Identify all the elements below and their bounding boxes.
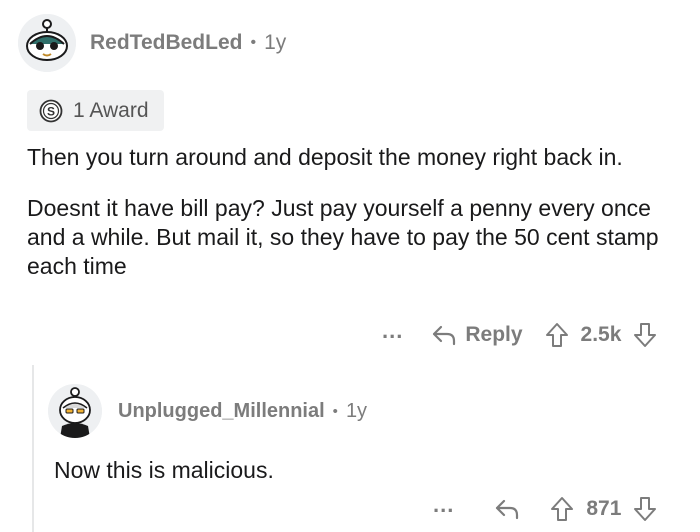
downvote-arrow-icon[interactable] xyxy=(633,322,657,348)
comment-paragraph: Now this is malicious. xyxy=(54,457,274,483)
comment-body: Now this is malicious. xyxy=(54,456,674,485)
vote-score: 871 xyxy=(586,497,622,520)
comment-age: 1y xyxy=(264,31,287,54)
downvote-arrow-icon[interactable] xyxy=(633,496,657,522)
reply-label: Reply xyxy=(465,323,523,346)
comment-header: RedTedBedLed • 1y xyxy=(18,14,286,72)
upvote-arrow-icon[interactable] xyxy=(550,496,574,522)
comment-paragraph: Then you turn around and deposit the mon… xyxy=(27,144,623,170)
comment-paragraph: Doesnt it have bill pay? Just pay yourse… xyxy=(27,195,659,279)
more-options-icon[interactable]: ... xyxy=(382,318,403,344)
separator-dot: • xyxy=(332,402,338,420)
comment-actions: ... Reply 2.5k xyxy=(382,318,657,350)
reply-button[interactable]: Reply xyxy=(431,323,523,347)
comment-age: 1y xyxy=(345,399,368,422)
reply-arrow-icon xyxy=(433,325,456,346)
thread-line[interactable] xyxy=(32,365,34,532)
comment-author[interactable]: Unplugged_Millennial xyxy=(118,400,325,423)
more-options-icon[interactable]: ... xyxy=(433,492,454,518)
award-count: 1 Award xyxy=(73,98,149,122)
svg-text:S: S xyxy=(47,104,55,118)
comment-author[interactable]: RedTedBedLed xyxy=(90,31,242,55)
award-badge[interactable]: S 1 Award xyxy=(27,90,164,131)
vote-score: 2.5k xyxy=(580,323,622,346)
comment-actions: ... 871 xyxy=(433,492,657,524)
user-avatar-icon[interactable] xyxy=(18,14,76,72)
reply-comment-header: Unplugged_Millennial • 1y xyxy=(48,384,367,438)
award-coin-icon: S xyxy=(39,99,63,122)
separator-dot: • xyxy=(250,34,257,51)
user-avatar-icon[interactable] xyxy=(48,384,102,438)
comment-body: Then you turn around and deposit the mon… xyxy=(27,143,682,281)
upvote-arrow-icon[interactable] xyxy=(545,322,569,348)
reply-arrow-icon[interactable] xyxy=(494,497,520,521)
